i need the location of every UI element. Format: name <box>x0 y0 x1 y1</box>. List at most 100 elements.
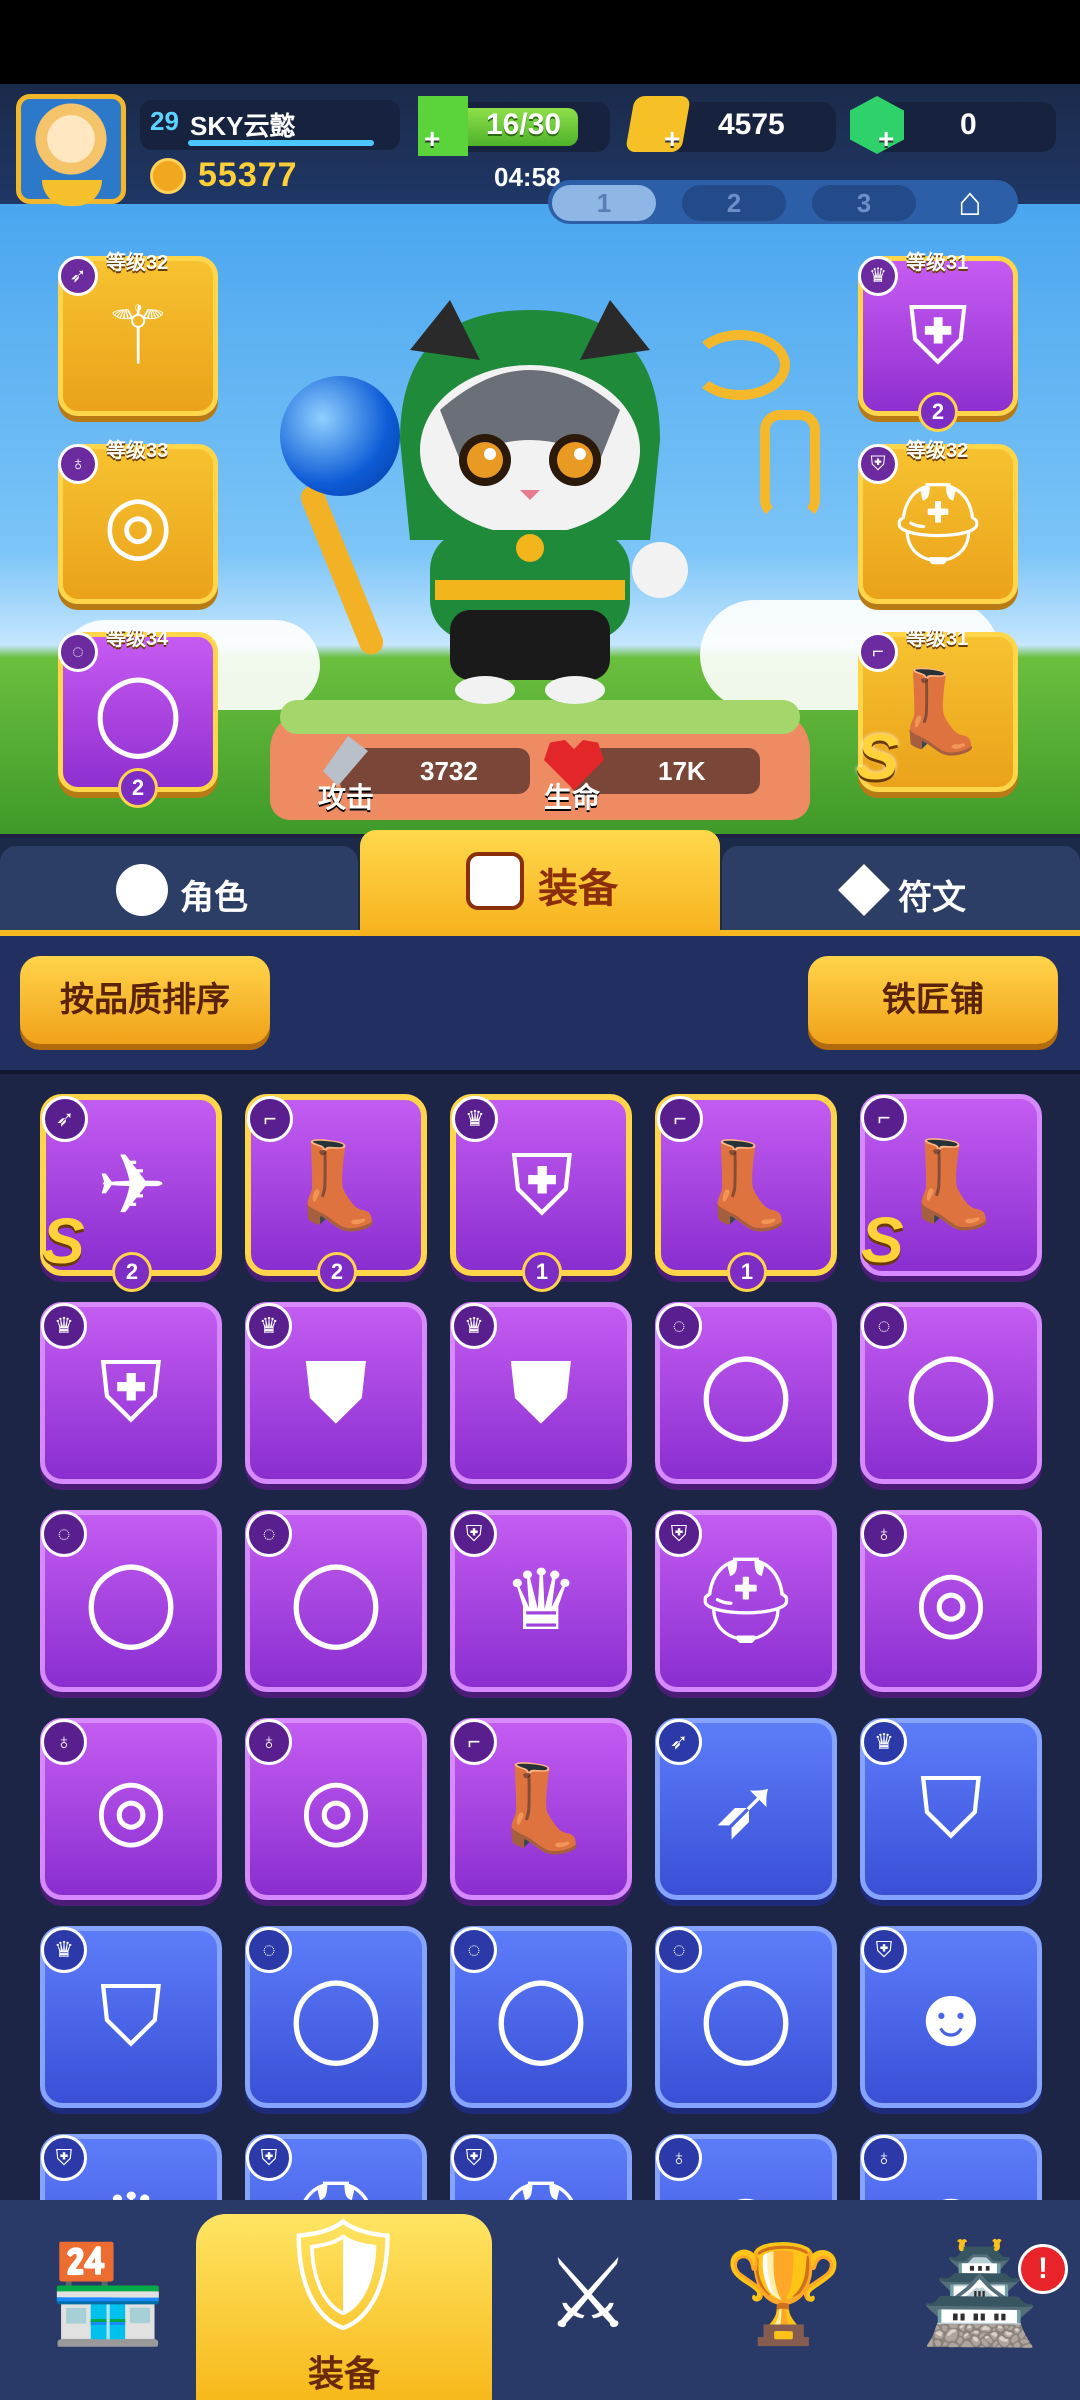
inventory-item[interactable]: ⛨ ♛ <box>40 1302 222 1484</box>
xp-bar-fill <box>188 140 374 146</box>
inventory-item[interactable]: ◎♁ <box>860 1510 1042 1692</box>
ring-icon: ◌ <box>41 1511 87 1557</box>
add-gold-icon[interactable]: + <box>664 125 686 153</box>
inventory-item[interactable]: ⛊ ♛ <box>245 1302 427 1484</box>
ring-icon: ◌ <box>451 1927 497 1973</box>
nav-guild[interactable]: 🏯 <box>872 2200 1080 2400</box>
ring-icon: ◌ <box>246 1511 292 1557</box>
hp-value: 17K <box>658 756 706 786</box>
helmet-icon: ⛨ <box>451 2135 497 2181</box>
inventory-item[interactable]: ⛉ ♛ <box>860 1718 1042 1900</box>
wardrobe-hanger-icon[interactable]: ⌂ <box>938 180 1002 224</box>
bow-icon: ➶ <box>58 256 98 296</box>
character-face-icon <box>116 864 168 916</box>
attack-value: 3732 <box>420 756 478 786</box>
tab-role-label: 角色 <box>180 879 248 917</box>
inventory-item[interactable]: ◯ ◌ <box>245 1510 427 1692</box>
floating-accessory-icon <box>690 330 790 400</box>
inventory-grid[interactable]: ✈ ➶ S 2 👢 ⌐ 2 ⛨ ♛ 1 👢 ⌐ 1 👢 ⌐ S ⛨ ♛ ⛊ ♛ ⛊ ♛ ◯ ◌ ◯ ◌ ◯ ◌ ◯ ◌ ♛ ⛨ ⛑ ⛨ ◎ ♁ ◎ ♁ ◎ ♁… <box>0 1074 1080 2200</box>
inventory-item[interactable]: ◯ ◌ <box>860 1302 1042 1484</box>
inventory-item[interactable]: ◯ ◌ <box>450 1926 632 2108</box>
inventory-item[interactable]: ⛊ ♛ <box>450 1302 632 1484</box>
necklace-icon: ♁ <box>41 1719 87 1765</box>
helmet-icon: ⛨ <box>656 1511 702 1557</box>
necklace-icon: ♁ <box>861 2135 907 2181</box>
inventory-item[interactable]: ◎♁ <box>860 2134 1042 2200</box>
equipment-icon: 🛡 <box>273 2213 413 2336</box>
ring-icon: ◌ <box>656 1927 702 1973</box>
inventory-item[interactable]: ◯ ◌ <box>655 1302 837 1484</box>
inventory-item[interactable]: ◯ ◌ <box>655 1926 837 2108</box>
star-count-badge: 2 <box>118 768 158 808</box>
bow-icon: ➶ <box>656 1719 702 1765</box>
nav-trophy[interactable]: 🏆 <box>676 2200 892 2400</box>
bow-icon: ➶ <box>42 1096 88 1142</box>
star-count-badge: 1 <box>522 1252 562 1292</box>
inventory-item[interactable]: ⛉ ♛ <box>40 1926 222 2108</box>
ring-icon: ◌ <box>861 1303 907 1349</box>
inventory-item[interactable]: ⛑⛨ <box>655 1510 837 1692</box>
ring-icon: ◌ <box>246 1927 292 1973</box>
power-icon <box>150 158 186 194</box>
tab-role[interactable] <box>0 846 358 936</box>
gold-value: 4575 <box>718 108 785 141</box>
inventory-item[interactable]: 👢 ⌐ <box>450 1718 632 1900</box>
inventory-item[interactable]: ✈ ➶ S 2 <box>40 1094 222 1292</box>
inventory-item[interactable]: 👢 ⌐ 1 <box>655 1094 837 1292</box>
necklace-icon: ♁ <box>58 444 98 484</box>
nav-equipment[interactable]: 🛡 <box>240 2180 446 2370</box>
helmet-icon: ⛨ <box>451 1511 497 1557</box>
armor-icon: ♛ <box>451 1303 497 1349</box>
inventory-item[interactable]: 👢 ⌐ S <box>860 1094 1042 1276</box>
player-level: 29 <box>150 106 179 136</box>
hp-label: 生命 <box>544 782 601 813</box>
slot-level-label: 等级33 <box>106 440 169 462</box>
armor-icon: ♛ <box>861 1719 907 1765</box>
loadout-tab-3[interactable]: 3 <box>812 185 916 221</box>
inventory-item[interactable]: 👢 ⌐ 2 <box>245 1094 427 1292</box>
attack-label: 攻击 <box>318 782 375 813</box>
ring-icon: ◌ <box>656 1303 702 1349</box>
necklace-icon: ♁ <box>861 1511 907 1557</box>
inventory-item[interactable]: ◎♁ <box>245 1718 427 1900</box>
trophy-icon: 🏆 <box>724 2241 844 2348</box>
inventory-item[interactable]: ➶ ➶ <box>655 1718 837 1900</box>
inventory-item[interactable]: ◎♁ <box>655 2134 837 2200</box>
star-count-badge: 2 <box>918 392 958 432</box>
inventory-item[interactable]: ⛨ ♛ 1 <box>450 1094 632 1292</box>
helmet-icon: ⛨ <box>861 1927 907 1973</box>
add-gem-icon[interactable]: + <box>878 125 900 153</box>
armor-icon: ♛ <box>41 1303 87 1349</box>
loadout-tab-2[interactable]: 2 <box>682 185 786 221</box>
tier-s-badge: S <box>856 721 899 793</box>
sort-by-quality-button[interactable]: 按品质排序 <box>20 956 270 1044</box>
nav-shop[interactable]: 🏪 <box>0 2200 216 2400</box>
cat-hero-character[interactable] <box>360 290 700 710</box>
inventory-item[interactable]: ◯ ◌ <box>245 1926 427 2108</box>
armor-icon: ♛ <box>452 1096 498 1142</box>
inventory-item[interactable]: ♛⛨ <box>40 2134 222 2200</box>
tier-s-badge: S <box>861 1204 904 1276</box>
boots-icon: ⌐ <box>451 1719 497 1765</box>
necklace-icon: ♁ <box>656 2135 702 2181</box>
add-energy-icon[interactable]: + <box>424 125 446 153</box>
necklace-icon: ♁ <box>246 1719 292 1765</box>
loadout-tab-1[interactable]: 1 <box>552 185 656 221</box>
floating-earring-icon <box>760 410 820 520</box>
blacksmith-button[interactable]: 铁匠铺 <box>808 956 1058 1044</box>
slot-level-label: 等级32 <box>906 440 969 462</box>
nav-battle[interactable]: ⚔ <box>480 2200 696 2400</box>
armor-icon <box>466 852 524 910</box>
inventory-item[interactable]: ⛑⛨ <box>450 2134 632 2200</box>
inventory-item[interactable]: ◎♁ <box>40 1718 222 1900</box>
tab-rune-label: 符文 <box>898 879 966 917</box>
inventory-item[interactable]: ♛⛨ <box>450 1510 632 1692</box>
armor-icon: ♛ <box>41 1927 87 1973</box>
boots-icon: ⌐ <box>247 1096 293 1142</box>
boots-icon: ⌐ <box>858 632 898 672</box>
inventory-item[interactable]: ☻ ⛨ <box>860 1926 1042 2108</box>
inventory-item[interactable]: ◯ ◌ <box>40 1510 222 1692</box>
boots-icon: ⌐ <box>861 1095 907 1141</box>
energy-timer: 04:58 <box>494 162 561 192</box>
alert-badge: ! <box>1018 2244 1068 2294</box>
